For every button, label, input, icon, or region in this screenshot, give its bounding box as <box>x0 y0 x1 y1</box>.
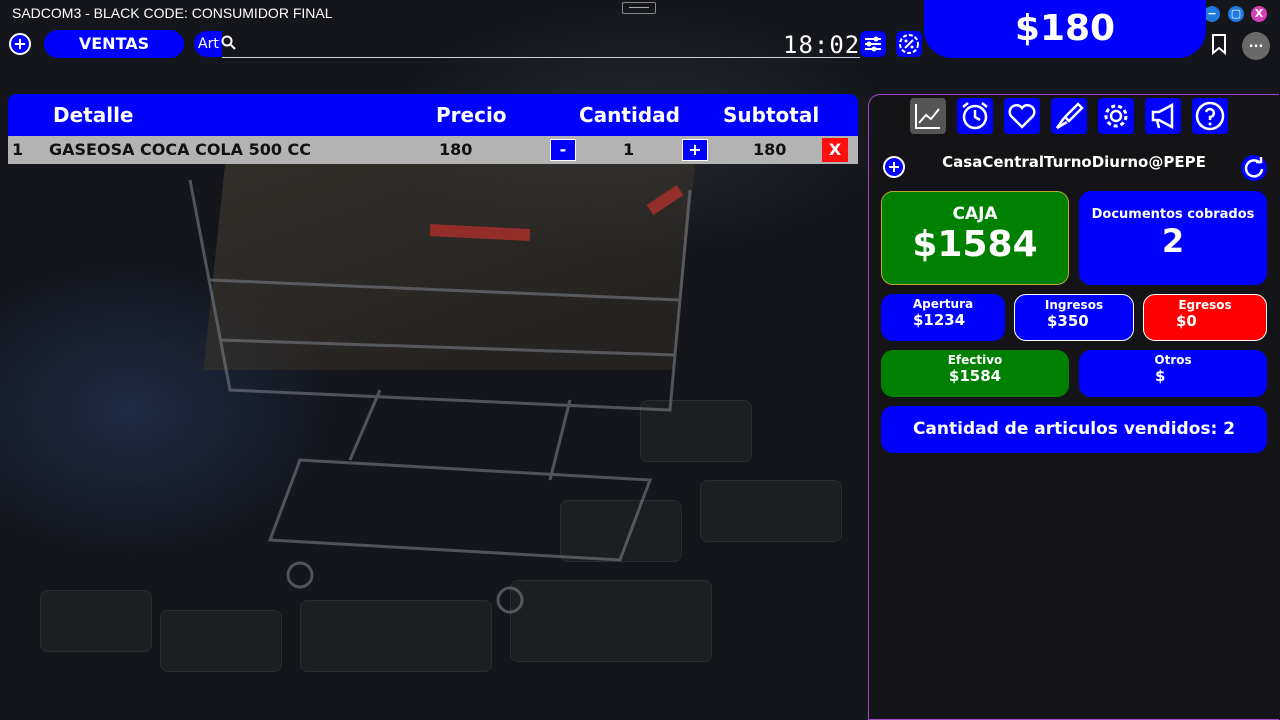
help-tab[interactable] <box>1192 98 1228 134</box>
help-icon <box>1195 101 1225 131</box>
delete-row-button[interactable]: X <box>822 138 848 162</box>
stats-tab[interactable] <box>910 98 946 134</box>
documents-card: Documentos cobrados 2 <box>1079 191 1267 285</box>
apertura-card: Apertura $1234 <box>881 294 1005 341</box>
filters-button[interactable] <box>860 31 886 57</box>
header-detail: Detalle <box>53 103 134 127</box>
search-icon <box>221 35 236 50</box>
row-subtotal: 180 <box>753 140 787 159</box>
header-quantity: Cantidad <box>579 103 680 127</box>
ingresos-card: Ingresos $350 <box>1014 294 1134 341</box>
header-price: Precio <box>436 103 507 127</box>
row-detail: GASEOSA COCA COLA 500 CC <box>49 140 312 159</box>
otros-card: Otros $ <box>1079 350 1267 397</box>
bookmark-icon[interactable] <box>1208 32 1230 56</box>
announcements-tab[interactable] <box>1145 98 1181 134</box>
row-price: 180 <box>439 140 473 159</box>
caja-card: CAJA $1584 <box>881 191 1069 285</box>
discount-button[interactable] <box>896 31 922 57</box>
egresos-card: Egresos $0 <box>1143 294 1267 341</box>
increase-quantity-button[interactable]: + <box>682 139 708 161</box>
favorites-tab[interactable] <box>1004 98 1040 134</box>
search-input[interactable] <box>222 57 860 58</box>
alarm-icon <box>962 102 988 130</box>
window-title: SADCOM3 - BLACK CODE: CONSUMIDOR FINAL <box>12 5 333 21</box>
session-name: CasaCentralTurnoDiurno@PEPE <box>942 153 1206 171</box>
gear-icon <box>1104 104 1128 128</box>
alarm-tab[interactable] <box>957 98 993 134</box>
drag-handle[interactable] <box>622 2 656 14</box>
chart-icon <box>915 104 940 129</box>
discount-badge-icon <box>899 34 919 54</box>
search-prefix: Art <box>194 31 222 57</box>
total-display: $180 <box>924 0 1206 58</box>
decrease-quantity-button[interactable]: - <box>550 139 576 161</box>
add-sale-button[interactable] <box>9 33 31 55</box>
more-button[interactable]: ... <box>1242 32 1270 60</box>
otros-label: Otros <box>1154 353 1192 367</box>
egresos-label: Egresos <box>1178 298 1232 312</box>
table-row[interactable]: 1 GASEOSA COCA COLA 500 CC 180 - 1 + 180… <box>8 136 858 164</box>
efectivo-card: Efectivo $1584 <box>881 350 1069 397</box>
brush-icon <box>1055 102 1084 130</box>
items-sold-banner: Cantidad de articulos vendidos: 2 <box>881 406 1267 453</box>
efectivo-label: Efectivo <box>947 353 1003 367</box>
sales-table: Detalle Precio Cantidad Subtotal 1 GASEO… <box>8 94 858 164</box>
caja-value: $1584 <box>912 224 1038 265</box>
documents-value: 2 <box>1161 222 1185 260</box>
egresos-value: $0 <box>1176 312 1197 330</box>
maximize-button[interactable]: ▢ <box>1228 6 1244 22</box>
row-index: 1 <box>12 140 24 159</box>
settings-tab[interactable] <box>1098 98 1134 134</box>
caja-label: CAJA <box>952 204 998 224</box>
theme-tab[interactable] <box>1051 98 1087 134</box>
refresh-icon <box>1244 157 1264 178</box>
ingresos-value: $350 <box>1047 312 1089 330</box>
apertura-value: $1234 <box>913 311 966 329</box>
ventas-tab[interactable]: VENTAS <box>44 30 184 58</box>
close-button[interactable]: X <box>1251 6 1267 22</box>
minimize-button[interactable]: − <box>1204 6 1220 22</box>
table-header: Detalle Precio Cantidad Subtotal <box>8 94 858 136</box>
clock: 18:02 <box>783 31 861 59</box>
sliders-icon <box>865 36 881 52</box>
ingresos-label: Ingresos <box>1044 298 1104 312</box>
cash-summary-panel: CasaCentralTurnoDiurno@PEPE CAJA $1584 D… <box>868 94 1279 720</box>
row-quantity: 1 <box>623 140 635 159</box>
documents-label: Documentos cobrados <box>1091 207 1255 222</box>
header-subtotal: Subtotal <box>723 103 820 127</box>
apertura-label: Apertura <box>912 297 974 311</box>
efectivo-value: $1584 <box>948 367 1002 385</box>
total-amount: $180 <box>1014 8 1116 49</box>
refresh-button[interactable] <box>1241 155 1267 181</box>
megaphone-icon <box>1151 102 1174 130</box>
otros-value: $ <box>1155 367 1166 385</box>
heart-icon <box>1008 103 1036 129</box>
